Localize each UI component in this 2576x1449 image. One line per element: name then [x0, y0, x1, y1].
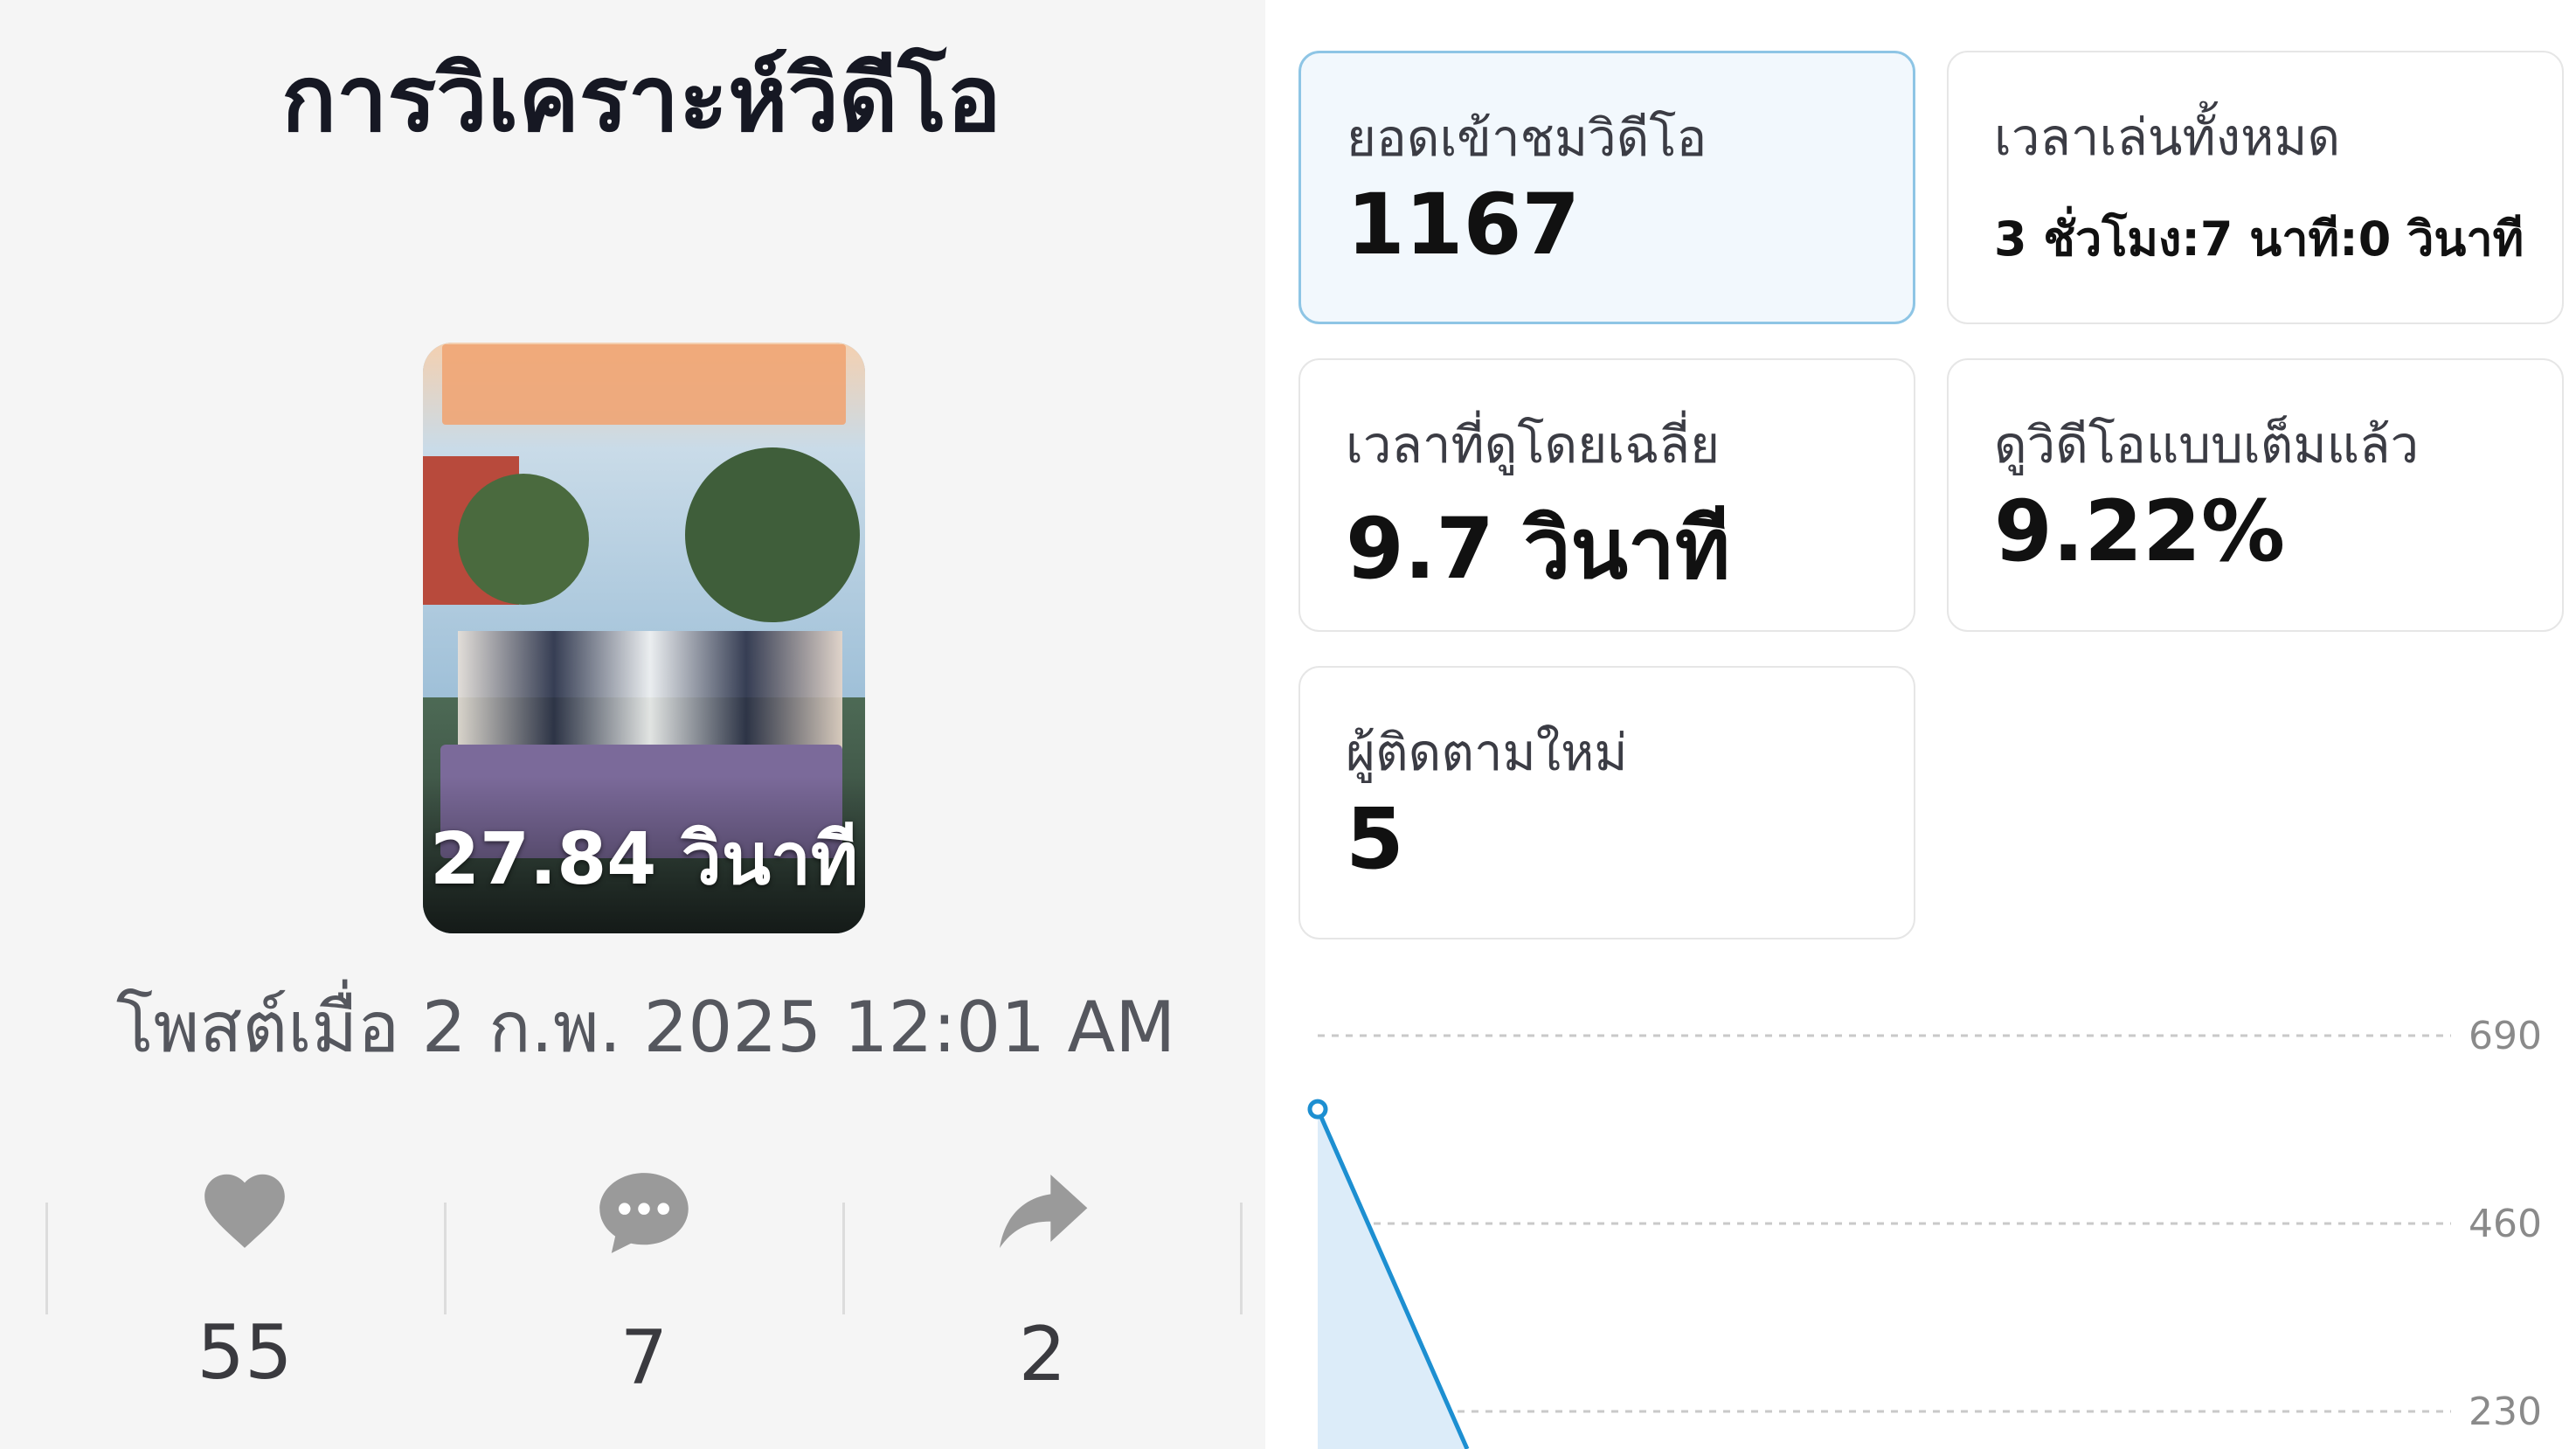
video-thumbnail[interactable]: 27.84 วินาที: [423, 343, 865, 933]
divider: [45, 1203, 48, 1314]
metric-label: ผู้ติดตามใหม่: [1346, 723, 1628, 782]
metric-card-watched-full-video[interactable]: ดูวิดีโอแบบเต็มแล้ว 9.22%: [1947, 358, 2564, 632]
likes-stat: 55: [100, 1162, 389, 1397]
metric-label: เวลาที่ดูโดยเฉลี่ย: [1346, 415, 1721, 475]
metric-card-new-followers[interactable]: ผู้ติดตามใหม่ 5: [1298, 666, 1915, 939]
divider: [842, 1203, 845, 1314]
comments-stat: 7: [500, 1162, 788, 1402]
metric-label: ดูวิดีโอแบบเต็มแล้ว: [1994, 415, 2420, 475]
metric-value: 3 ชั่วโมง:7 นาที:0 วินาที: [1994, 211, 2524, 267]
comment-bubble-icon: [599, 1173, 689, 1253]
shares-stat: 2: [898, 1162, 1187, 1398]
metric-label: เวลาเล่นทั้งหมด: [1994, 107, 2341, 167]
share-arrow-icon: [1000, 1175, 1088, 1248]
data-point[interactable]: [1307, 1099, 1328, 1120]
thumbnail-tree: [685, 447, 860, 622]
metric-value: 9.7 วินาที: [1346, 500, 1731, 598]
metric-card-average-watch-time[interactable]: เวลาที่ดูโดยเฉลี่ย 9.7 วินาที: [1298, 358, 1915, 632]
metric-card-total-play-time[interactable]: เวลาเล่นทั้งหมด 3 ชั่วโมง:7 นาที:0 วินาท…: [1947, 51, 2564, 324]
metric-value: 1167: [1347, 176, 1581, 274]
divider: [1240, 1203, 1243, 1314]
posted-date: โพสต์เมื่อ 2 ก.พ. 2025 12:01 AM: [115, 987, 1176, 1068]
divider: [444, 1203, 447, 1314]
thumbnail-tree: [458, 474, 589, 605]
y-tick-label: 460: [2469, 1202, 2542, 1246]
metric-value: 5: [1346, 790, 1404, 888]
y-tick-label: 690: [2469, 1014, 2542, 1058]
y-tick-label: 230: [2469, 1390, 2542, 1434]
heart-icon: [204, 1174, 285, 1248]
views-trend-chart: 690 460 230: [1307, 1014, 2542, 1449]
metric-value: 9.22%: [1994, 482, 2286, 580]
thumbnail-text-banner: [442, 344, 846, 425]
likes-count: 55: [197, 1309, 293, 1397]
video-duration: 27.84 วินาที: [429, 818, 859, 901]
comments-count: 7: [620, 1314, 668, 1402]
video-summary-panel: การวิเคราะห์วิดีโอ 27.84 วินาที โพสต์เมื…: [0, 0, 1265, 1449]
shares-count: 2: [1018, 1311, 1067, 1398]
metric-label: ยอดเข้าชมวิดีโอ: [1347, 108, 1707, 168]
page-title: การวิเคราะห์วิดีโอ: [281, 45, 1001, 152]
metric-card-views[interactable]: ยอดเข้าชมวิดีโอ 1167: [1298, 51, 1915, 324]
